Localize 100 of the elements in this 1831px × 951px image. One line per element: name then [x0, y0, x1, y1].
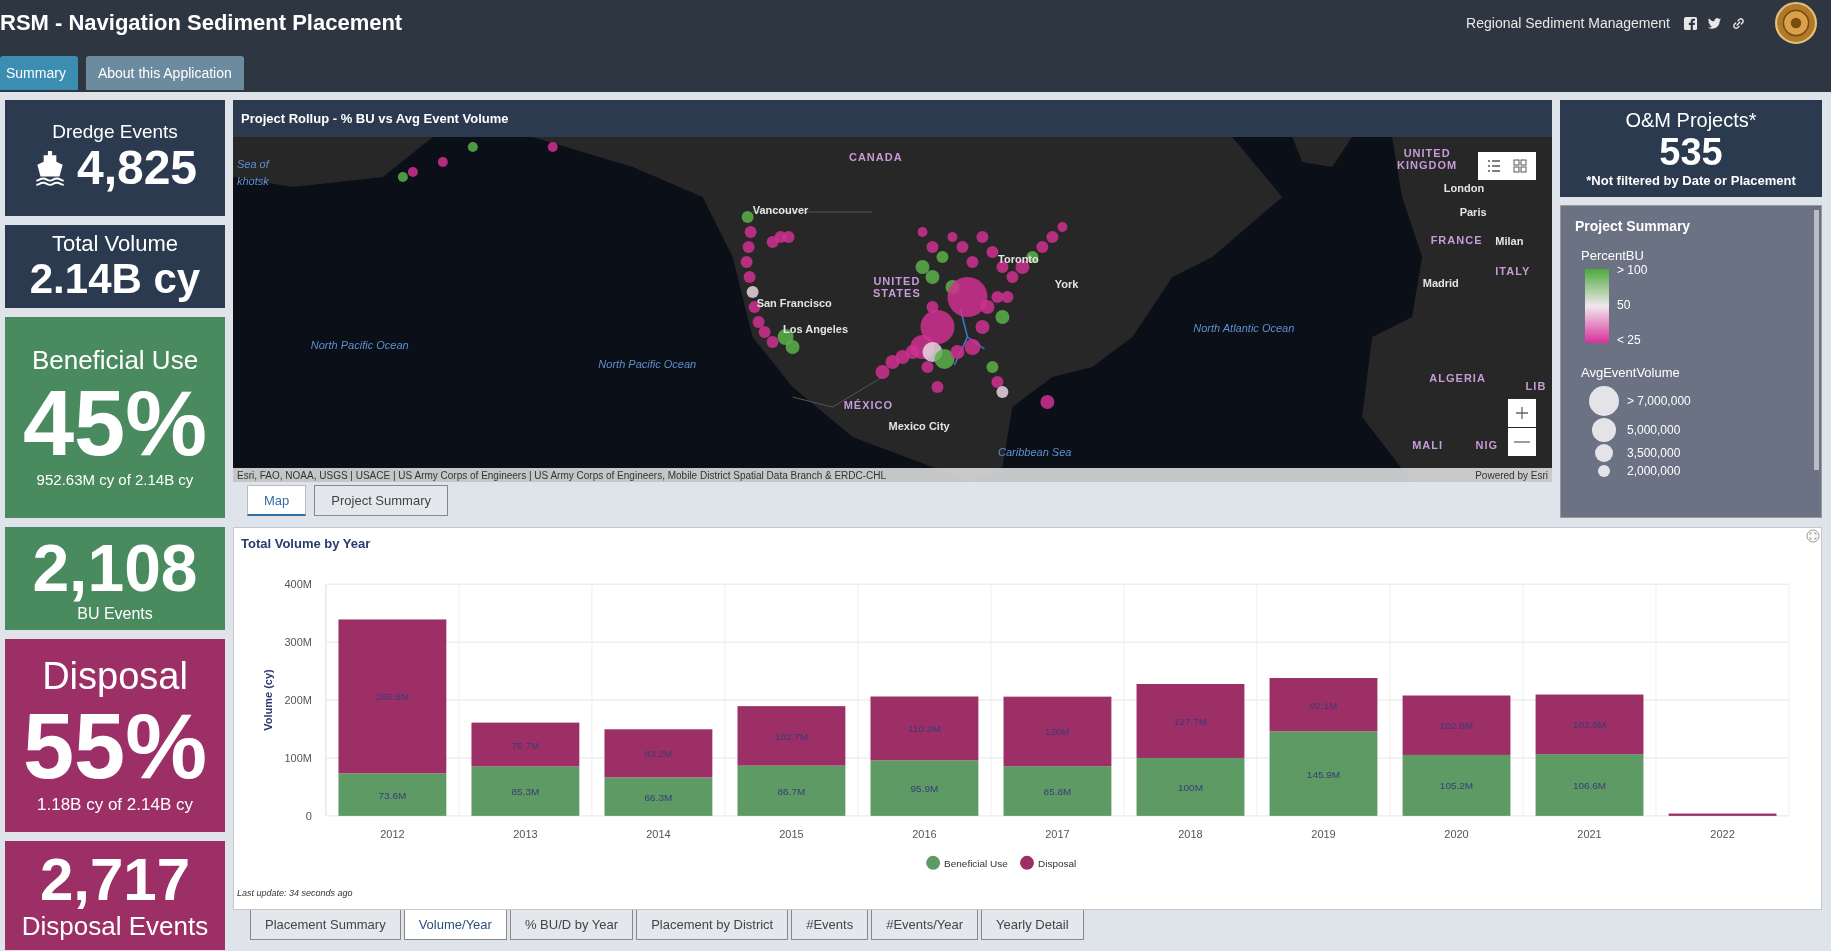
data-label: 110.2M: [908, 723, 941, 735]
bar-segment[interactable]: [338, 619, 447, 774]
chart-tab[interactable]: Volume/Year: [403, 910, 507, 940]
x-tick-label: 2022: [1710, 827, 1735, 840]
map-label: Caribbean Sea: [998, 445, 1072, 458]
legend-dot[interactable]: [1020, 855, 1034, 870]
chart-tab[interactable]: Yearly Detail: [981, 910, 1084, 940]
legend-label[interactable]: Disposal: [1038, 857, 1077, 869]
bar-segment[interactable]: [1003, 696, 1112, 767]
zoom-in-button[interactable]: [1508, 399, 1536, 427]
header-tab[interactable]: About this Application: [85, 56, 244, 90]
facebook-icon[interactable]: [1683, 15, 1698, 31]
attribution-text: Esri, FAO, NOAA, USGS | USACE | US Army Corps of Engineers | US Army Corps of Engineers, Mobile District Spatial Data Branch & ERDC-CHL: [237, 469, 887, 481]
size-circle: [1592, 418, 1616, 442]
legend-field: AvgEventVolume: [1581, 365, 1807, 380]
grid-icon[interactable]: [1512, 158, 1528, 174]
last-update-text: Last update: 34 seconds ago: [237, 888, 354, 898]
bar-segment[interactable]: [604, 729, 713, 778]
card-caption: 952.63M cy of 2.14B cy: [36, 471, 194, 490]
legend-label[interactable]: Beneficial Use: [944, 857, 1008, 869]
card-value: 2.14B cy: [29, 256, 201, 301]
panel-title: Project Rollup - % BU vs Avg Event Volume: [241, 111, 509, 126]
data-label: 73.6M: [378, 789, 407, 801]
size-label: 3,500,000: [1627, 446, 1681, 460]
bar-segment[interactable]: [1535, 694, 1644, 755]
regional-sediment-link[interactable]: Regional Sediment Management: [1466, 15, 1670, 31]
emblem-icon[interactable]: [1775, 2, 1817, 44]
map-label: Milan: [1495, 235, 1524, 248]
card-value: 2,717: [39, 848, 191, 912]
map-label: UNITED STATES: [872, 275, 922, 299]
ramp-label: < 25: [1617, 333, 1642, 347]
map-label: Mexico City: [888, 419, 950, 432]
map-label: Paris: [1459, 206, 1487, 218]
chart-tab[interactable]: Placement Summary: [250, 910, 401, 940]
data-label: 127.7M: [1173, 715, 1208, 727]
bar-segment[interactable]: [737, 706, 846, 766]
bar-segment[interactable]: [870, 696, 979, 761]
scrollbar[interactable]: [1814, 210, 1819, 470]
data-label: 145.9M: [1306, 768, 1341, 780]
bar-segment[interactable]: [1402, 695, 1511, 755]
data-label: 92.1M: [1309, 699, 1338, 711]
data-label: 265.5M: [375, 691, 409, 703]
x-tick-label: 2012: [380, 827, 405, 840]
expand-icon[interactable]: [1806, 529, 1820, 543]
bar-segment[interactable]: [1269, 678, 1378, 732]
card-title: O&M Projects*: [1625, 108, 1757, 132]
zoom-out-button[interactable]: [1508, 428, 1536, 456]
map-label: North Atlantic Ocean: [1193, 321, 1295, 334]
x-tick-label: 2015: [779, 827, 804, 840]
size-circle: [1598, 465, 1610, 477]
map-label: CANADA: [848, 150, 903, 163]
card-value: 535: [1659, 131, 1723, 174]
map-tab[interactable]: Map: [247, 485, 307, 516]
legend-field: PercentBU: [1581, 248, 1807, 263]
map-label: North Pacific Ocean: [310, 338, 409, 351]
bar-segment[interactable]: [471, 722, 580, 767]
plus-icon: [1514, 405, 1530, 421]
map-label: LIB: [1525, 380, 1547, 393]
data-label: 86.7M: [777, 785, 806, 797]
card-title: Disposal: [42, 656, 188, 698]
data-label: 83.2M: [644, 748, 673, 760]
map-label: NIG: [1475, 438, 1499, 451]
chart-tab[interactable]: Placement by District: [636, 910, 789, 940]
chart-tab[interactable]: % BU/D by Year: [509, 910, 634, 940]
data-label: 102.7M: [774, 730, 809, 742]
size-label: 2,000,000: [1627, 464, 1681, 478]
y-tick-label: 300M: [284, 636, 312, 649]
card-title: Beneficial Use: [31, 345, 199, 375]
data-label: 75.7M: [511, 739, 540, 751]
map-tab[interactable]: Project Summary: [314, 485, 448, 516]
bar-segment[interactable]: [1136, 757, 1245, 816]
header-tab[interactable]: Summary: [0, 56, 78, 90]
card-note: *Not filtered by Date or Placement: [1586, 173, 1796, 189]
data-label: 85.3M: [511, 786, 540, 798]
map-label: FRANCE: [1430, 233, 1483, 246]
bar-segment[interactable]: [604, 777, 713, 816]
size-label: > 7,000,000: [1627, 394, 1691, 408]
data-label: 105.2M: [1439, 780, 1474, 792]
bar-segment[interactable]: [1668, 813, 1777, 816]
map-label: London: [1443, 181, 1485, 194]
card-caption: BU Events: [77, 603, 153, 623]
bird-icon[interactable]: [1707, 15, 1722, 31]
bar-segment[interactable]: [1402, 754, 1511, 816]
legend-dot[interactable]: [926, 855, 941, 870]
data-label: 100M: [1178, 781, 1203, 793]
legend-title: Project Summary: [1575, 218, 1692, 234]
map-label: Los Angeles: [783, 323, 848, 336]
card-value: 4,825: [76, 143, 198, 194]
card-value: 55%: [22, 697, 208, 795]
x-tick-label: 2016: [912, 827, 937, 840]
list-icon[interactable]: [1486, 158, 1502, 174]
chart-tab[interactable]: #Events/Year: [871, 910, 979, 940]
map-label: UNITED KINGDOM: [1396, 147, 1459, 172]
chart-tab[interactable]: #Events: [791, 910, 869, 940]
link-icon[interactable]: [1731, 15, 1746, 31]
ramp-label: > 100: [1617, 263, 1648, 277]
data-label: 102.9M: [1572, 719, 1607, 731]
app-title: RSM - Navigation Sediment Placement: [0, 10, 403, 36]
data-label: 120M: [1045, 726, 1070, 738]
card-title: Dredge Events: [52, 122, 178, 144]
